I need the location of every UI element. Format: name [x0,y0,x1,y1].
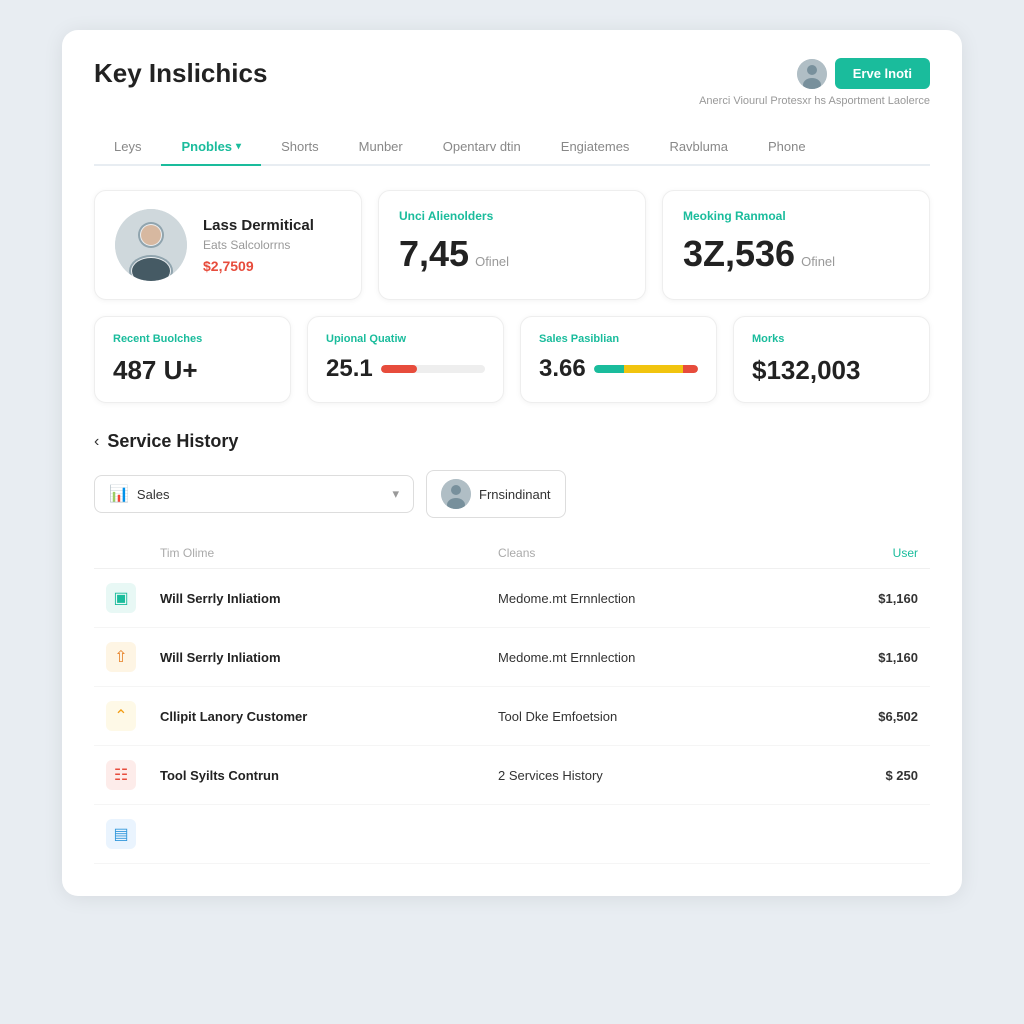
chevron-down-icon: ▾ [236,141,241,152]
row-name-4: Tool Syilts Contrun [160,768,474,783]
header: Key Inslichics Erve lnoti Anerci Viourul… [94,58,930,107]
sales-icon: 📊 [109,484,129,504]
section-header: ‹ Service History [94,431,930,452]
header-user-row: Erve lnoti [797,58,930,89]
mini-value-4: $132,003 [752,355,911,386]
row-status-4: 2 Services History [486,746,804,805]
mini-stat-3: Sales Pasiblian 3.66 [520,316,717,403]
row-amount-3: $6,502 [804,687,930,746]
row-status-5 [486,805,804,864]
row-status-1: Medome.mt Ernnlection [486,569,804,628]
mini-label-2: Upional Quatiw [326,333,485,345]
row-name-2: Will Serrly Inliatiom [160,650,474,665]
row-icon-4: ☷ [106,760,136,790]
tab-leys[interactable]: Leys [94,129,161,166]
row-icon-5: ▤ [106,819,136,849]
col-status: Cleans [486,538,804,569]
user-avatar [797,59,827,89]
metric1-value: 7,45 Ofinel [399,233,625,275]
header-subtitle: Anerci Viourul Protesxr hs Asportment La… [699,95,930,107]
table-row: ▣ Will Serrly Inliatiom Medome.mt Ernnle… [94,569,930,628]
metric1-label: Unci Alienolders [399,209,625,223]
tab-ravbluma[interactable]: Ravbluma [649,129,748,166]
row-amount-5 [804,805,930,864]
bottom-stats-row: Recent Buolches 487 U+ Upional Quatiw 25… [94,316,930,403]
row-status-3: Tool Dke Emfoetsion [486,687,804,746]
header-right: Erve lnoti Anerci Viourul Protesxr hs As… [699,58,930,107]
back-arrow-icon[interactable]: ‹ [94,433,99,451]
bar-yellow [624,365,684,373]
row-name-3: Cllipit Lanory Customer [160,709,474,724]
profile-info: Lass Dermitical Eats Salcolorrns $2,7509 [203,217,314,274]
mini-stat-2: Upional Quatiw 25.1 [307,316,504,403]
profile-avatar [115,209,187,281]
row-name-1: Will Serrly Inliatiom [160,591,474,606]
mini-label-4: Morks [752,333,911,345]
row-amount-1: $1,160 [804,569,930,628]
progress-row-2: 3.66 [539,355,698,383]
profile-subtitle: Eats Salcolorrns [203,238,314,252]
row-status-2: Medome.mt Ernnlection [486,628,804,687]
row-amount-4: $ 250 [804,746,930,805]
tab-phone[interactable]: Phone [748,129,826,166]
mini-stat-4: Morks $132,003 [733,316,930,403]
metric2-label: Meoking Ranmoal [683,209,909,223]
multi-bar-wrap [594,365,698,373]
progress-value-1: 25.1 [326,355,373,383]
filter-person[interactable]: Frnsindinant [426,470,566,518]
section-title: Service History [107,431,238,452]
profile-card: Lass Dermitical Eats Salcolorrns $2,7509 [94,190,362,300]
tab-shorts[interactable]: Shorts [261,129,339,166]
bar-red [683,365,698,373]
table-row: ▤ [94,805,930,864]
filter-person-label: Frnsindinant [479,487,551,502]
metric-card-1: Unci Alienolders 7,45 Ofinel [378,190,646,300]
progress-row-1: 25.1 [326,355,485,383]
row-icon-2: ⇧ [106,642,136,672]
row-icon-3: ⌃ [106,701,136,731]
bar-fill-1 [381,365,417,373]
profile-name: Lass Dermitical [203,217,314,234]
col-icon [94,538,148,569]
person-avatar [441,479,471,509]
tab-opentarv[interactable]: Opentarv dtin [423,129,541,166]
tab-munber[interactable]: Munber [339,129,423,166]
enroll-button[interactable]: Erve lnoti [835,58,930,89]
filter-label: Sales [137,487,170,502]
mini-label-3: Sales Pasiblian [539,333,698,345]
row-icon-1: ▣ [106,583,136,613]
metric1-unit: Ofinel [475,254,509,269]
table-row: ⌃ Cllipit Lanory Customer Tool Dke Emfoe… [94,687,930,746]
page-title: Key Inslichics [94,58,267,89]
metric-card-2: Meoking Ranmoal 3Z,536 Ofinel [662,190,930,300]
row-amount-2: $1,160 [804,628,930,687]
metric2-unit: Ofinel [801,254,835,269]
top-stats-row: Lass Dermitical Eats Salcolorrns $2,7509… [94,190,930,300]
col-name: Tim Olime [148,538,486,569]
bar-green [594,365,624,373]
mini-value-1: 487 U+ [113,355,272,386]
mini-stat-1: Recent Buolches 487 U+ [94,316,291,403]
filter-dropdown[interactable]: 📊 Sales ▾ [94,475,414,513]
filter-row: 📊 Sales ▾ Frnsindinant [94,470,930,518]
progress-bar-1 [381,365,485,373]
main-card: Key Inslichics Erve lnoti Anerci Viourul… [62,30,962,896]
col-user: User [804,538,930,569]
profile-amount: $2,7509 [203,258,314,274]
metric2-value: 3Z,536 Ofinel [683,233,909,275]
table-row: ⇧ Will Serrly Inliatiom Medome.mt Ernnle… [94,628,930,687]
service-table: Tim Olime Cleans User ▣ Will Serrly Inli… [94,538,930,864]
tab-engiatemes[interactable]: Engiatemes [541,129,650,166]
nav-tabs: Leys Pnobles ▾ Shorts Munber Opentarv dt… [94,129,930,166]
progress-value-2: 3.66 [539,355,586,383]
dropdown-chevron-icon: ▾ [392,486,399,502]
multi-bar [594,365,698,373]
mini-label-1: Recent Buolches [113,333,272,345]
tab-pnobles[interactable]: Pnobles ▾ [161,129,261,166]
table-row: ☷ Tool Syilts Contrun 2 Services History… [94,746,930,805]
